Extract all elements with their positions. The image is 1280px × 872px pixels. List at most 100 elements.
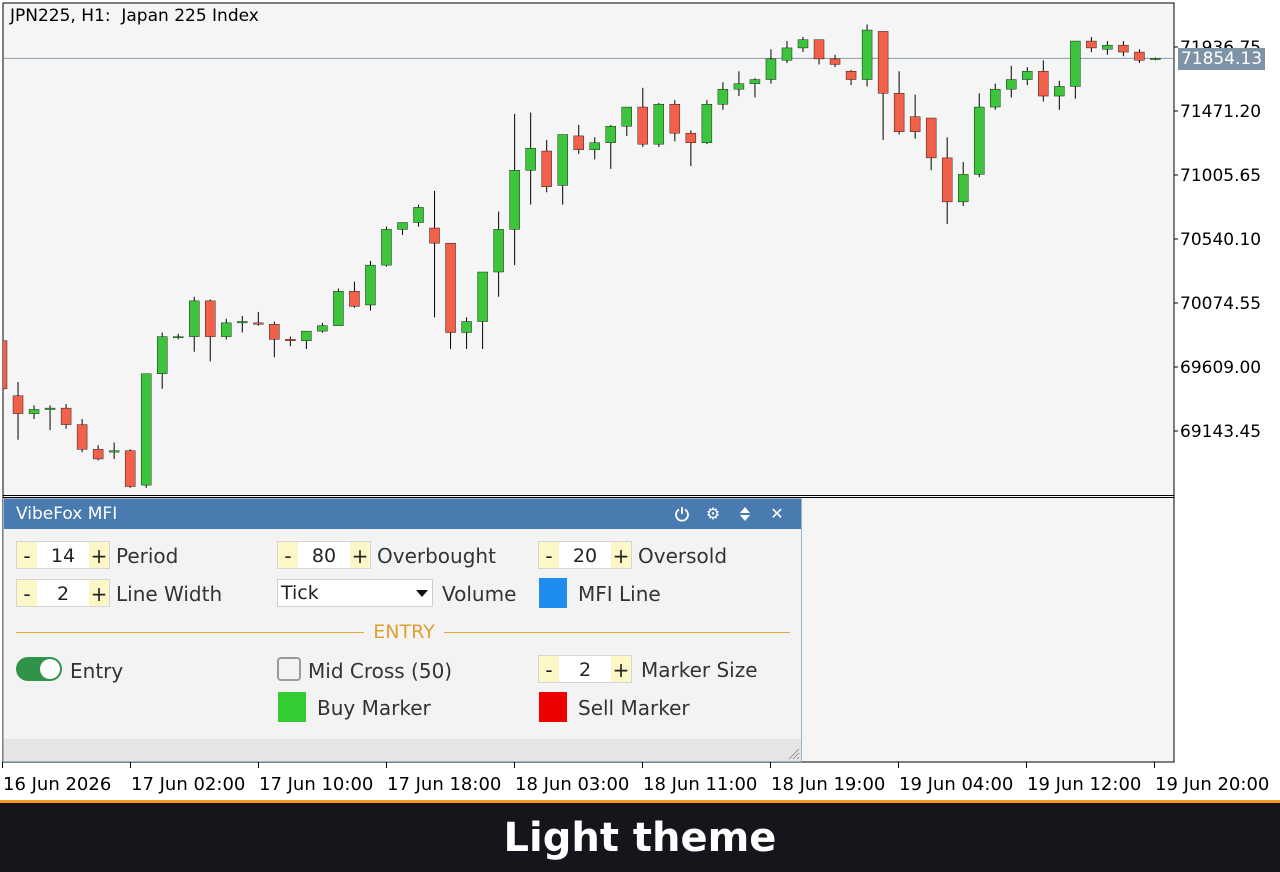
candle-body — [60, 407, 72, 425]
marker-size-decrement-button[interactable]: - — [539, 656, 559, 682]
candle-body — [685, 132, 697, 143]
candle-body — [429, 227, 440, 244]
candle-body — [765, 58, 777, 80]
panel-title: VibeFox MFI — [16, 504, 118, 524]
candle-body — [1102, 44, 1113, 50]
oversold-stepper[interactable]: - 20 + — [538, 541, 632, 569]
line-width-value[interactable]: 2 — [37, 580, 89, 606]
candle-body — [3, 340, 8, 390]
time-axis-label: 16 Jun 2026 — [3, 774, 111, 795]
time-axis-label: 17 Jun 18:00 — [387, 774, 501, 795]
time-axis-label: 18 Jun 19:00 — [771, 774, 885, 795]
candle-body — [221, 322, 232, 337]
price-axis-label: 69143.45 — [1180, 422, 1261, 442]
candle-body — [1086, 40, 1097, 49]
candle-body — [573, 135, 584, 150]
close-icon[interactable]: ✕ — [766, 503, 788, 525]
buy-marker-label: Buy Marker — [317, 696, 431, 720]
candle-body — [1134, 51, 1145, 61]
period-stepper[interactable]: - 14 + — [16, 541, 110, 569]
oversold-value[interactable]: 20 — [559, 542, 611, 568]
line-width-decrement-button[interactable]: - — [17, 580, 37, 606]
oversold-decrement-button[interactable]: - — [539, 542, 559, 568]
mfi-line-label: MFI Line — [578, 582, 661, 606]
candle-body — [669, 104, 681, 134]
candle-body — [237, 321, 248, 324]
candle-body — [124, 450, 136, 487]
candle-body — [269, 324, 280, 340]
period-decrement-button[interactable]: - — [17, 542, 37, 568]
candle-body — [44, 407, 56, 410]
candle-body — [829, 58, 841, 65]
candle-body — [92, 449, 104, 460]
sell-marker-label: Sell Marker — [578, 696, 690, 720]
candle-body — [701, 104, 713, 143]
candle-body — [381, 229, 392, 266]
mid-cross-checkbox[interactable] — [277, 657, 301, 681]
oversold-increment-button[interactable]: + — [611, 542, 631, 568]
entry-toggle[interactable] — [16, 657, 62, 681]
candle-body — [733, 83, 745, 90]
time-axis-label: 19 Jun 20:00 — [1155, 774, 1269, 795]
period-increment-button[interactable]: + — [89, 542, 109, 568]
mfi-line-color-swatch[interactable] — [539, 578, 567, 608]
indicator-panel[interactable]: VibeFox MFI ⚙ ✕ - 14 + Period - 80 + Ove… — [3, 498, 802, 762]
candle-body — [140, 373, 152, 486]
entry-label: Entry — [70, 659, 124, 683]
buy-marker-color-swatch[interactable] — [278, 692, 306, 722]
candle-body — [781, 47, 793, 61]
chevron-down-icon — [416, 590, 428, 597]
period-value[interactable]: 14 — [37, 542, 89, 568]
candle-body — [413, 207, 424, 223]
line-width-stepper[interactable]: - 2 + — [16, 579, 110, 607]
volume-select[interactable]: Tick — [277, 579, 433, 607]
candle-body — [445, 242, 456, 333]
candle-body — [189, 300, 200, 337]
sell-marker-color-swatch[interactable] — [539, 692, 567, 722]
section-divider-left — [16, 632, 364, 633]
candle-body — [1038, 71, 1049, 97]
candle-body — [12, 395, 24, 414]
line-width-label: Line Width — [116, 582, 223, 606]
marker-size-label: Marker Size — [641, 658, 758, 682]
candle-body — [285, 339, 296, 341]
candle-body — [1022, 71, 1033, 80]
price-axis-label: 71471.20 — [1180, 102, 1261, 122]
candle-body — [717, 88, 729, 105]
candle-body — [813, 39, 825, 60]
marker-size-stepper[interactable]: - 2 + — [538, 655, 632, 683]
overbought-value[interactable]: 80 — [298, 542, 350, 568]
candle-body — [1006, 79, 1017, 90]
candle-body — [1054, 86, 1065, 97]
overbought-stepper[interactable]: - 80 + — [277, 541, 371, 569]
candle-body — [990, 88, 1001, 108]
overbought-increment-button[interactable]: + — [350, 542, 370, 568]
marker-size-value[interactable]: 2 — [559, 656, 611, 682]
section-divider-right — [444, 632, 790, 633]
candle-body — [621, 106, 632, 127]
resize-grip-icon[interactable] — [788, 748, 800, 760]
candle-body — [653, 104, 665, 145]
overbought-decrement-button[interactable]: - — [278, 542, 298, 568]
time-axis-label: 18 Jun 11:00 — [643, 774, 757, 795]
panel-header[interactable]: VibeFox MFI ⚙ ✕ — [4, 499, 801, 529]
move-icon[interactable] — [734, 503, 756, 525]
marker-size-increment-button[interactable]: + — [611, 656, 631, 682]
power-icon[interactable] — [671, 503, 693, 525]
candle-body — [173, 336, 184, 339]
time-axis-label: 19 Jun 12:00 — [1027, 774, 1141, 795]
candle-body — [845, 71, 857, 80]
candle-body — [156, 336, 168, 374]
candle-body — [253, 322, 264, 325]
candle-body — [1150, 58, 1161, 60]
candle-body — [317, 325, 328, 332]
line-width-increment-button[interactable]: + — [89, 580, 109, 606]
period-label: Period — [116, 544, 179, 568]
gear-icon[interactable]: ⚙ — [702, 503, 724, 525]
candle-body — [541, 150, 552, 187]
candle-body — [397, 222, 408, 230]
candle-body — [637, 106, 648, 145]
current-price-tag: 71854.13 — [1178, 48, 1265, 70]
candle-body — [974, 106, 985, 175]
candle-body — [301, 330, 312, 341]
